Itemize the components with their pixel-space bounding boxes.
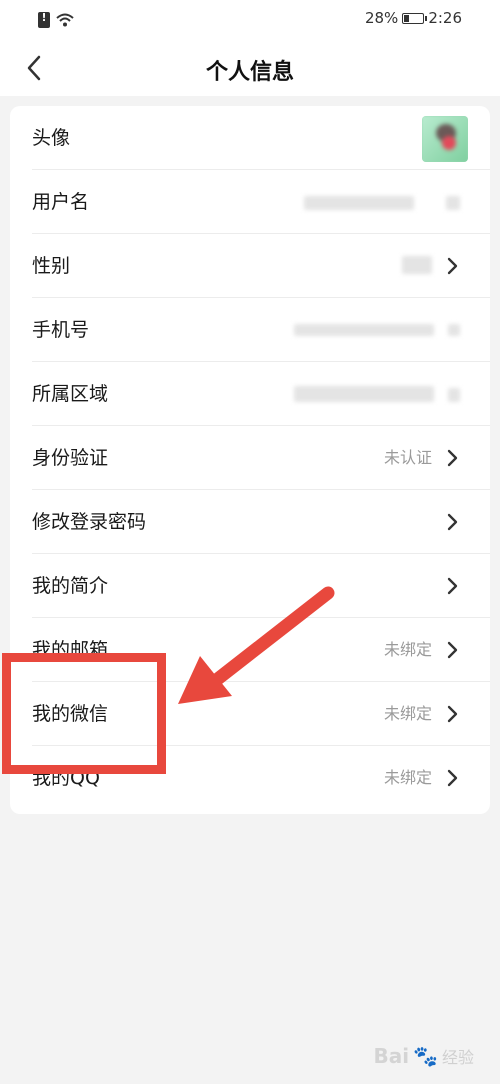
chevron-right-icon [447,577,458,595]
nav-bar: 个人信息 [0,40,500,96]
row-value: 未绑定 [383,640,432,659]
row-label: 修改登录密码 [32,511,147,533]
row-label: 头像 [32,127,71,149]
row-gender[interactable]: 性别 [10,234,490,298]
watermark-sub: 经验 [441,1048,474,1067]
row-region[interactable]: 所属区域 [10,362,490,426]
row-change-password[interactable]: 修改登录密码 [10,490,490,554]
blurred-phone-tail [448,324,460,336]
chevron-right-icon [447,513,458,531]
chevron-right-icon [447,257,458,275]
blurred-gender [402,256,432,274]
highlight-box [2,653,166,774]
row-label: 手机号 [32,319,90,341]
chevron-right-icon [447,449,458,467]
row-label: 用户名 [32,191,90,213]
blurred-username [304,196,414,210]
row-label: 身份验证 [32,447,109,469]
wifi-icon [56,13,74,27]
blurred-phone [294,324,434,336]
clock: 2:26 [428,9,462,27]
battery-icon [402,12,428,24]
row-my-intro[interactable]: 我的简介 [10,554,490,618]
row-avatar[interactable]: 头像 [10,106,490,170]
blurred-username-tail [446,196,460,210]
row-username[interactable]: 用户名 [10,170,490,234]
watermark-brand: Bai [373,1044,410,1068]
chevron-right-icon [447,641,458,659]
page-title: 个人信息 [205,60,294,85]
blurred-region-tail [448,388,460,402]
row-label: 性别 [32,255,71,277]
row-label: 我的简介 [32,575,109,597]
sim-alert-icon [38,11,50,28]
chevron-right-icon [447,705,458,723]
chevron-right-icon [447,769,458,787]
row-value: 未认证 [383,448,432,467]
blurred-region [294,386,434,402]
battery-percent: 28% [364,9,399,27]
row-value: 未绑定 [383,768,432,787]
row-label: 所属区域 [32,383,109,405]
status-left-icons [38,10,74,30]
status-bar: 28% 2:26 [0,0,500,40]
row-identity-verification[interactable]: 身份验证 未认证 [10,426,490,490]
paw-icon: 🐾 [413,1044,438,1068]
row-value: 未绑定 [383,704,432,723]
watermark: Bai 🐾 经验 [373,1044,474,1068]
status-right: 28% 2:26 [365,9,462,27]
row-phone[interactable]: 手机号 [10,298,490,362]
avatar [422,116,468,162]
